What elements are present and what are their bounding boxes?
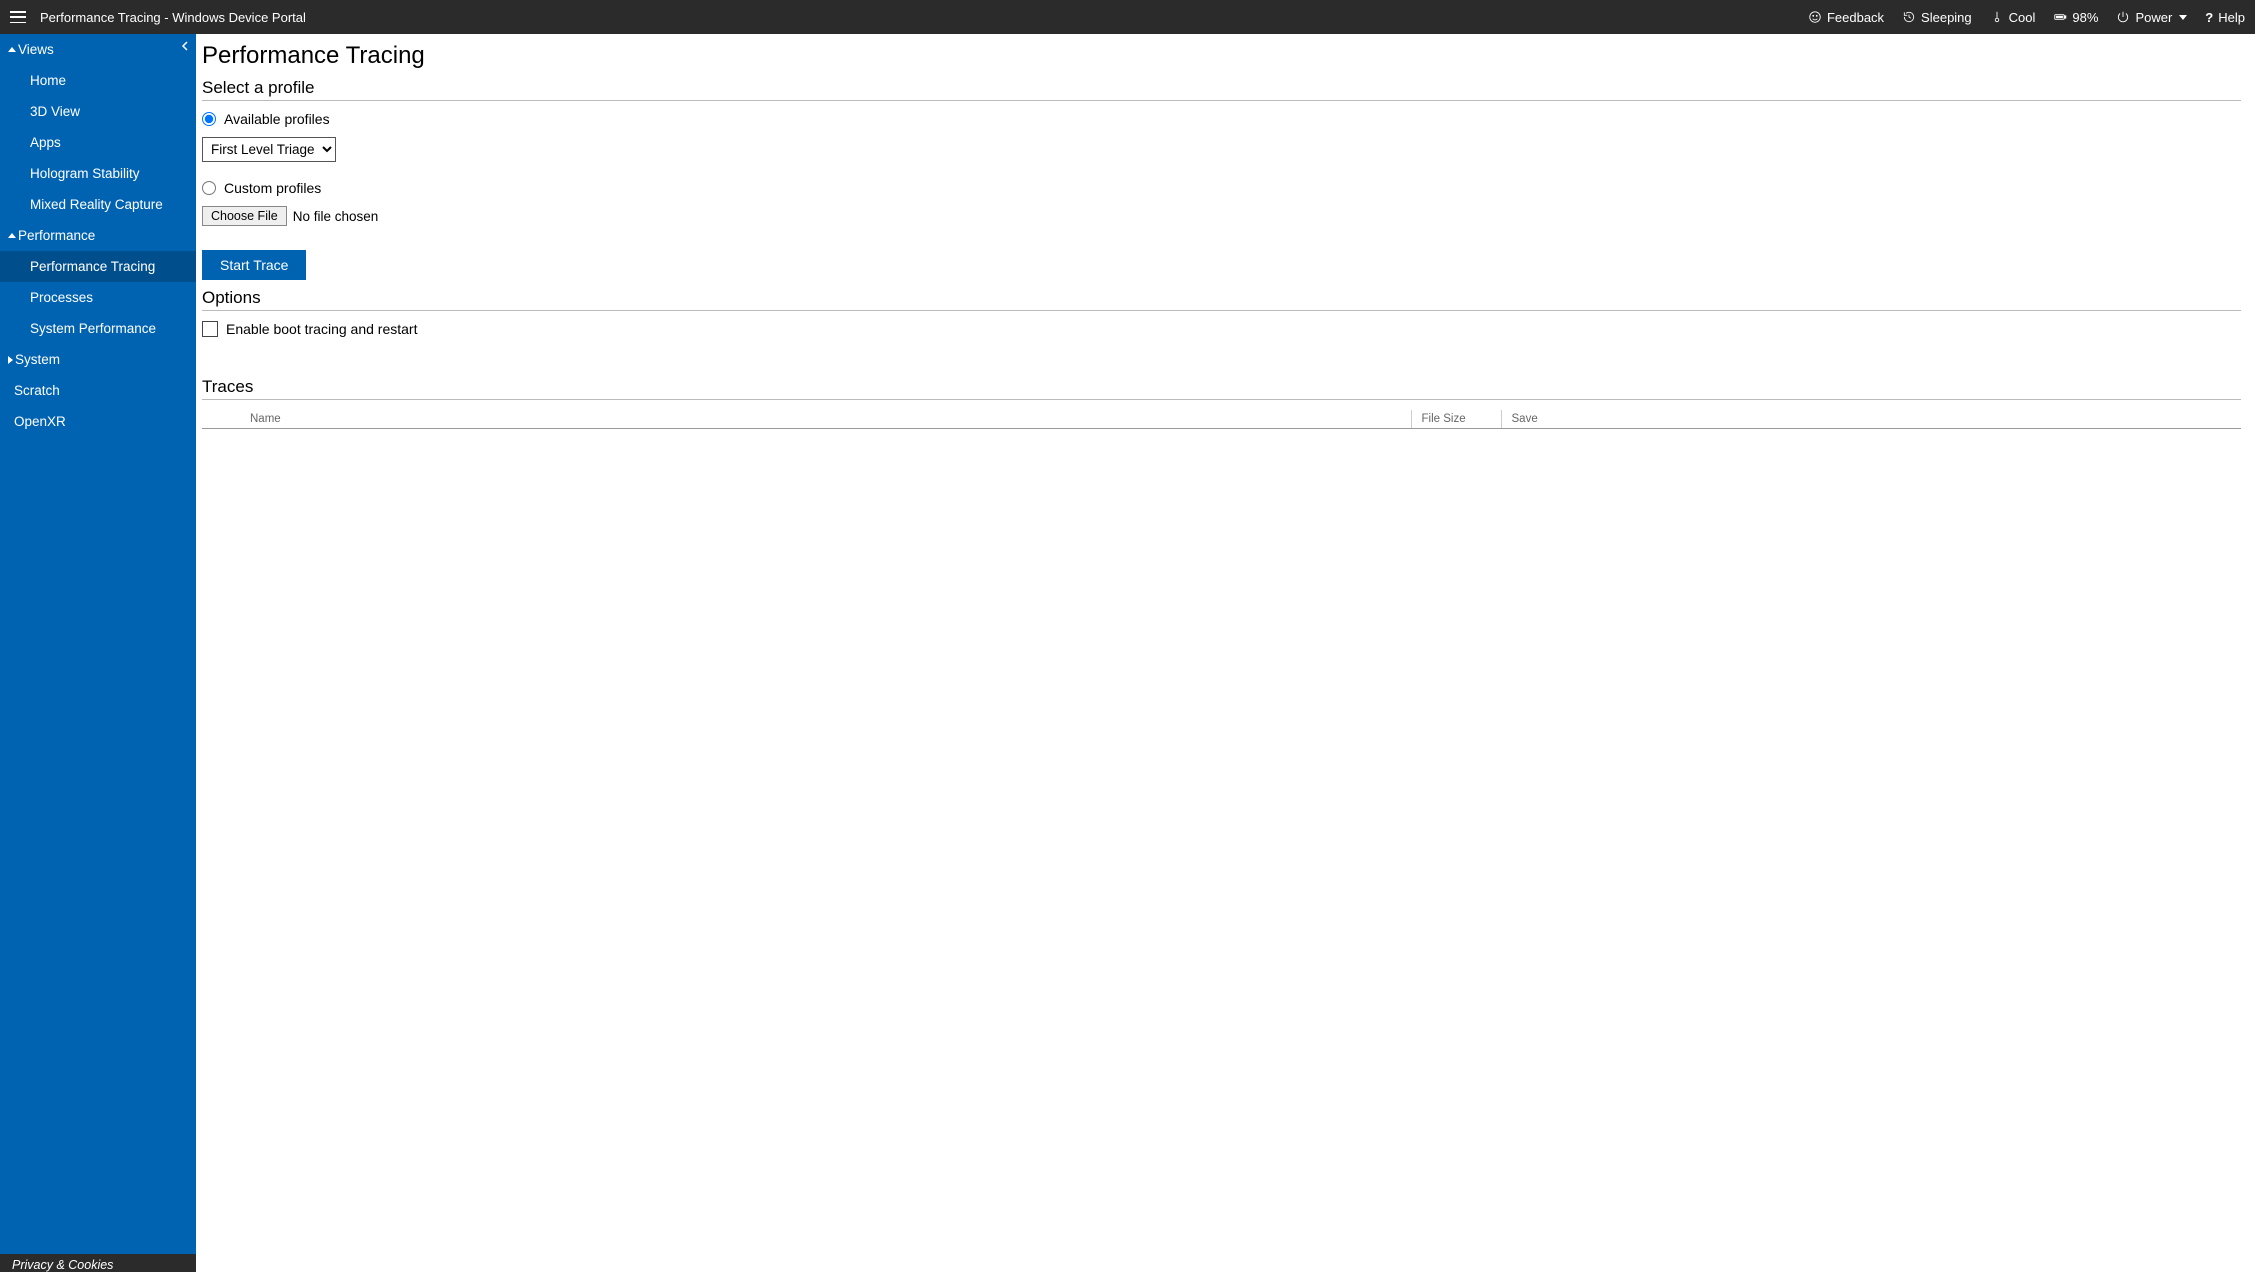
- help-label: Help: [2218, 10, 2245, 25]
- battery-icon: [2053, 10, 2067, 24]
- sidebar-item-mixed-reality-capture[interactable]: Mixed Reality Capture: [0, 189, 196, 220]
- sleeping-label: Sleeping: [1921, 10, 1972, 25]
- power-icon: [2116, 10, 2130, 24]
- sidebar-item-performance-tracing[interactable]: Performance Tracing: [0, 251, 196, 282]
- sidebar-item-openxr[interactable]: OpenXR: [0, 406, 196, 437]
- feedback-button[interactable]: Feedback: [1808, 10, 1884, 25]
- section-select-profile: Select a profile: [202, 78, 2241, 101]
- privacy-cookies-link[interactable]: Privacy & Cookies: [0, 1254, 196, 1272]
- battery-status[interactable]: 98%: [2053, 10, 2098, 25]
- smiley-icon: [1808, 10, 1822, 24]
- sidebar-section-label: System: [15, 352, 60, 367]
- choose-file-button[interactable]: Choose File: [202, 206, 287, 226]
- radio-custom-label: Custom profiles: [224, 180, 321, 196]
- start-trace-button[interactable]: Start Trace: [202, 250, 306, 280]
- sidebar-section-views[interactable]: Views: [0, 34, 196, 65]
- traces-col-name[interactable]: Name: [202, 410, 1411, 429]
- chevron-down-icon: [2179, 15, 2187, 20]
- radio-available-profiles[interactable]: [202, 112, 216, 126]
- caret-up-icon: [8, 233, 16, 238]
- section-options: Options: [202, 288, 2241, 311]
- sidebar-item-system-performance[interactable]: System Performance: [0, 313, 196, 344]
- window-title: Performance Tracing - Windows Device Por…: [40, 10, 306, 25]
- sidebar-item-hologram-stability[interactable]: Hologram Stability: [0, 158, 196, 189]
- question-icon: ?: [2205, 10, 2213, 25]
- sidebar-collapse-button[interactable]: [180, 40, 190, 54]
- cool-label: Cool: [2009, 10, 2036, 25]
- radio-available-label: Available profiles: [224, 111, 330, 127]
- sidebar: Views Home 3D View Apps Hologram Stabili…: [0, 34, 196, 1272]
- sidebar-item-processes[interactable]: Processes: [0, 282, 196, 313]
- sidebar-item-3d-view[interactable]: 3D View: [0, 96, 196, 127]
- section-traces: Traces: [202, 377, 2241, 400]
- sidebar-section-performance[interactable]: Performance: [0, 220, 196, 251]
- sidebar-section-label: Views: [18, 42, 54, 57]
- sidebar-item-scratch[interactable]: Scratch: [0, 375, 196, 406]
- enable-boot-tracing-label: Enable boot tracing and restart: [226, 321, 417, 337]
- history-icon: [1902, 10, 1916, 24]
- sidebar-section-system[interactable]: System: [0, 344, 196, 375]
- file-chosen-label: No file chosen: [293, 209, 379, 224]
- chevron-left-icon: [180, 41, 190, 51]
- main-content: Performance Tracing Select a profile Ava…: [196, 34, 2255, 1272]
- sidebar-item-apps[interactable]: Apps: [0, 127, 196, 158]
- sleeping-status[interactable]: Sleeping: [1902, 10, 1972, 25]
- thermometer-icon: [1990, 10, 2004, 24]
- topbar: Performance Tracing - Windows Device Por…: [0, 0, 2255, 34]
- battery-label: 98%: [2072, 10, 2098, 25]
- traces-col-save[interactable]: Save: [1501, 410, 2241, 429]
- hamburger-menu-icon[interactable]: [10, 11, 26, 23]
- temperature-status[interactable]: Cool: [1990, 10, 2036, 25]
- traces-table: Name File Size Save: [202, 410, 2241, 429]
- page-title: Performance Tracing: [202, 42, 2241, 70]
- sidebar-section-label: Performance: [18, 228, 95, 243]
- enable-boot-tracing-checkbox[interactable]: [202, 321, 218, 337]
- power-menu[interactable]: Power: [2116, 10, 2187, 25]
- power-label: Power: [2135, 10, 2172, 25]
- help-button[interactable]: ? Help: [2205, 10, 2245, 25]
- caret-up-icon: [8, 47, 16, 52]
- radio-custom-profiles[interactable]: [202, 181, 216, 195]
- sidebar-item-home[interactable]: Home: [0, 65, 196, 96]
- caret-right-icon: [8, 356, 13, 364]
- profile-select[interactable]: First Level Triage: [202, 137, 336, 162]
- feedback-label: Feedback: [1827, 10, 1884, 25]
- traces-col-filesize[interactable]: File Size: [1411, 410, 1501, 429]
